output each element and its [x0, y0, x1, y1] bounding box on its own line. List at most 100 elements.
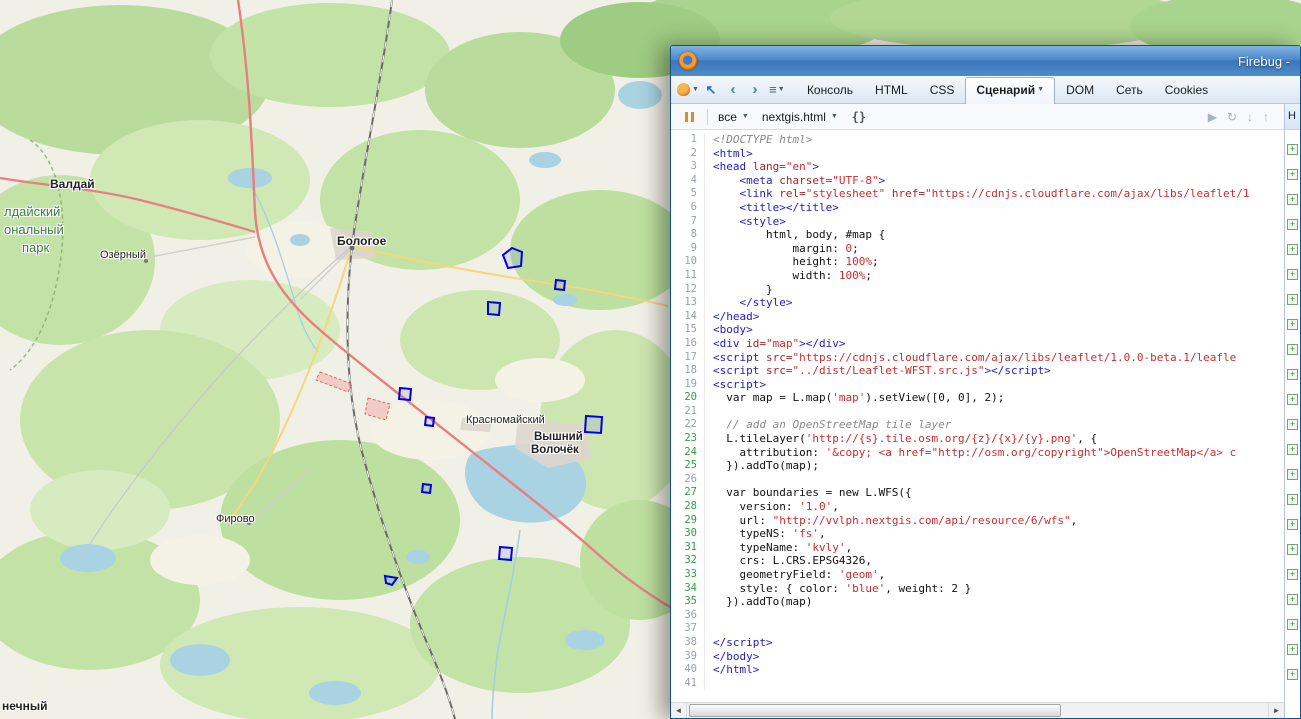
line-number[interactable]: 3 — [671, 160, 705, 174]
line-number[interactable]: 38 — [671, 636, 705, 650]
expand-icon[interactable]: + — [1287, 319, 1298, 330]
expand-icon[interactable]: + — [1287, 419, 1298, 430]
watch-row[interactable]: + — [1285, 264, 1300, 289]
expand-icon[interactable]: + — [1287, 569, 1298, 580]
expand-icon[interactable]: + — [1287, 219, 1298, 230]
expand-icon[interactable]: + — [1287, 644, 1298, 655]
script-filter-dropdown[interactable]: все ▼ — [715, 108, 752, 126]
expand-icon[interactable]: + — [1287, 244, 1298, 255]
tab-console[interactable]: Консоль — [796, 77, 864, 103]
window-titlebar[interactable]: Firebug - — [671, 46, 1300, 76]
pretty-print-button[interactable]: {} — [849, 107, 869, 127]
step-out-icon[interactable]: ↑ — [1263, 110, 1269, 124]
tab-cookies[interactable]: Cookies — [1154, 77, 1219, 103]
line-number[interactable]: 4 — [671, 174, 705, 188]
expand-icon[interactable]: + — [1287, 519, 1298, 530]
watch-row[interactable]: + — [1285, 564, 1300, 589]
watch-row[interactable]: + — [1285, 414, 1300, 439]
watch-row[interactable]: + — [1285, 339, 1300, 364]
expand-icon[interactable]: + — [1287, 544, 1298, 555]
watch-row[interactable]: + — [1285, 489, 1300, 514]
line-number[interactable]: 27 — [671, 486, 705, 500]
line-number[interactable]: 34 — [671, 582, 705, 596]
line-number[interactable]: 12 — [671, 283, 705, 297]
expand-icon[interactable]: + — [1287, 269, 1298, 280]
tab-css[interactable]: CSS — [919, 77, 966, 103]
watch-panel-header[interactable]: Н — [1285, 104, 1300, 130]
line-number[interactable]: 40 — [671, 663, 705, 677]
horizontal-scrollbar[interactable]: ◄ ► — [671, 702, 1284, 718]
line-number[interactable]: 16 — [671, 337, 705, 351]
line-number[interactable]: 7 — [671, 215, 705, 229]
watch-row[interactable]: + — [1285, 139, 1300, 164]
watch-row[interactable]: + — [1285, 589, 1300, 614]
line-number[interactable]: 15 — [671, 323, 705, 337]
line-number[interactable]: 29 — [671, 514, 705, 528]
expand-icon[interactable]: + — [1287, 194, 1298, 205]
panel-list-button[interactable]: ≡ ▼ — [767, 80, 787, 100]
line-number[interactable]: 6 — [671, 201, 705, 215]
scroll-left-button[interactable]: ◄ — [671, 703, 687, 718]
source-view[interactable]: 1<!DOCTYPE html>2<html>3<head lang="en">… — [671, 130, 1284, 702]
inspect-button[interactable]: ↖ — [701, 80, 721, 100]
expand-icon[interactable]: + — [1287, 444, 1298, 455]
scrollbar-track[interactable] — [687, 703, 1268, 718]
watch-row[interactable]: + — [1285, 164, 1300, 189]
watch-row[interactable]: + — [1285, 514, 1300, 539]
line-number[interactable]: 14 — [671, 310, 705, 324]
line-number[interactable]: 25 — [671, 459, 705, 473]
line-number[interactable]: 37 — [671, 622, 705, 636]
expand-icon[interactable]: + — [1287, 619, 1298, 630]
line-number[interactable]: 32 — [671, 554, 705, 568]
line-number[interactable]: 21 — [671, 405, 705, 419]
tab-net[interactable]: Сеть — [1105, 77, 1154, 103]
expand-icon[interactable]: + — [1287, 369, 1298, 380]
step-into-icon[interactable]: ↓ — [1247, 110, 1253, 124]
forward-button[interactable]: › — [745, 80, 765, 100]
watch-row[interactable]: + — [1285, 539, 1300, 564]
tab-script[interactable]: Сценарий ▼ — [965, 77, 1055, 104]
watch-row[interactable]: + — [1285, 389, 1300, 414]
line-number[interactable]: 26 — [671, 473, 705, 487]
line-number[interactable]: 5 — [671, 187, 705, 201]
line-number[interactable]: 33 — [671, 568, 705, 582]
expand-icon[interactable]: + — [1287, 394, 1298, 405]
watch-row[interactable]: + — [1285, 464, 1300, 489]
line-number[interactable]: 23 — [671, 432, 705, 446]
watch-row[interactable]: + — [1285, 239, 1300, 264]
expand-icon[interactable]: + — [1287, 344, 1298, 355]
scrollbar-thumb[interactable] — [689, 704, 1061, 717]
line-number[interactable]: 10 — [671, 255, 705, 269]
watch-row[interactable]: + — [1285, 314, 1300, 339]
watch-row[interactable]: + — [1285, 189, 1300, 214]
watch-row[interactable]: + — [1285, 639, 1300, 664]
line-number[interactable]: 28 — [671, 500, 705, 514]
line-number[interactable]: 17 — [671, 351, 705, 365]
line-number[interactable]: 2 — [671, 147, 705, 161]
watch-row[interactable]: + — [1285, 439, 1300, 464]
line-number[interactable]: 8 — [671, 228, 705, 242]
line-number[interactable]: 39 — [671, 650, 705, 664]
line-number[interactable]: 19 — [671, 378, 705, 392]
script-file-dropdown[interactable]: nextgis.html ▼ — [759, 108, 841, 126]
expand-icon[interactable]: + — [1287, 169, 1298, 180]
scroll-right-button[interactable]: ► — [1268, 703, 1284, 718]
line-number[interactable]: 1 — [671, 133, 705, 147]
line-number[interactable]: 30 — [671, 527, 705, 541]
watch-row[interactable]: + — [1285, 664, 1300, 689]
line-number[interactable]: 24 — [671, 446, 705, 460]
expand-icon[interactable]: + — [1287, 594, 1298, 605]
line-number[interactable]: 20 — [671, 391, 705, 405]
watch-row[interactable]: + — [1285, 614, 1300, 639]
watch-row[interactable]: + — [1285, 289, 1300, 314]
firebug-menu-button[interactable]: ▼ — [677, 80, 699, 100]
tab-html[interactable]: HTML — [864, 77, 919, 103]
step-over-icon[interactable]: ↻ — [1227, 110, 1237, 124]
expand-icon[interactable]: + — [1287, 669, 1298, 680]
expand-icon[interactable]: + — [1287, 469, 1298, 480]
expand-icon[interactable]: + — [1287, 294, 1298, 305]
expand-icon[interactable]: + — [1287, 494, 1298, 505]
line-number[interactable]: 31 — [671, 541, 705, 555]
line-number[interactable]: 41 — [671, 677, 705, 691]
watch-row[interactable]: + — [1285, 214, 1300, 239]
